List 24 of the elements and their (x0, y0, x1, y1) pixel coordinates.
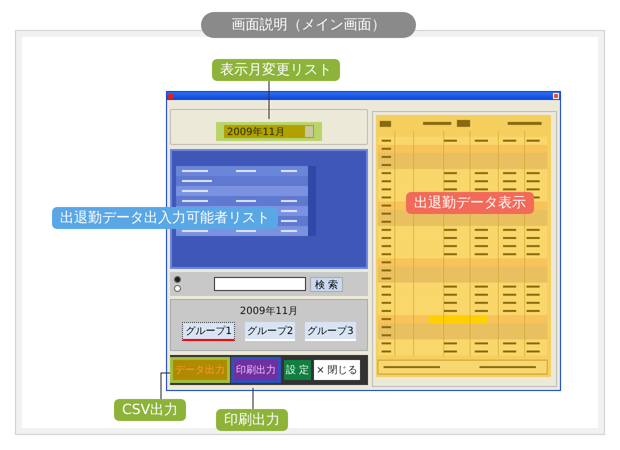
close-icon[interactable] (553, 93, 559, 99)
group-tab[interactable]: グループ2 (244, 322, 296, 341)
print-button[interactable]: 印刷出力 (234, 360, 278, 380)
search-field[interactable] (214, 277, 306, 291)
group-tab[interactable]: グループ3 (305, 322, 356, 341)
leader-line (252, 388, 254, 409)
callout-label: 印刷出力 (216, 409, 288, 431)
leader-line (268, 81, 270, 119)
group-heading: 2009年11月 (240, 305, 298, 318)
dropdown-icon (305, 126, 313, 137)
search-button[interactable]: 検 索 (310, 276, 344, 292)
month-select[interactable]: 2009年11月 (224, 125, 314, 138)
radio-button[interactable] (174, 276, 181, 283)
callout-label: 出退勤データ表示 (406, 192, 534, 214)
leader-line (160, 372, 170, 399)
app-icon (168, 94, 173, 98)
group-tab[interactable]: グループ1 (182, 322, 235, 341)
close-button[interactable]: × 閉じる (314, 360, 360, 380)
radio-button[interactable] (174, 285, 181, 292)
callout-label: CSV出力 (114, 399, 186, 421)
settings-button[interactable]: 設 定 (284, 360, 312, 380)
page-title: 画面説明（メイン画面） (201, 12, 416, 38)
callout-label: 表示月変更リスト (212, 59, 340, 81)
callout-label: 出退勤データ出入力可能者リスト (52, 207, 278, 229)
